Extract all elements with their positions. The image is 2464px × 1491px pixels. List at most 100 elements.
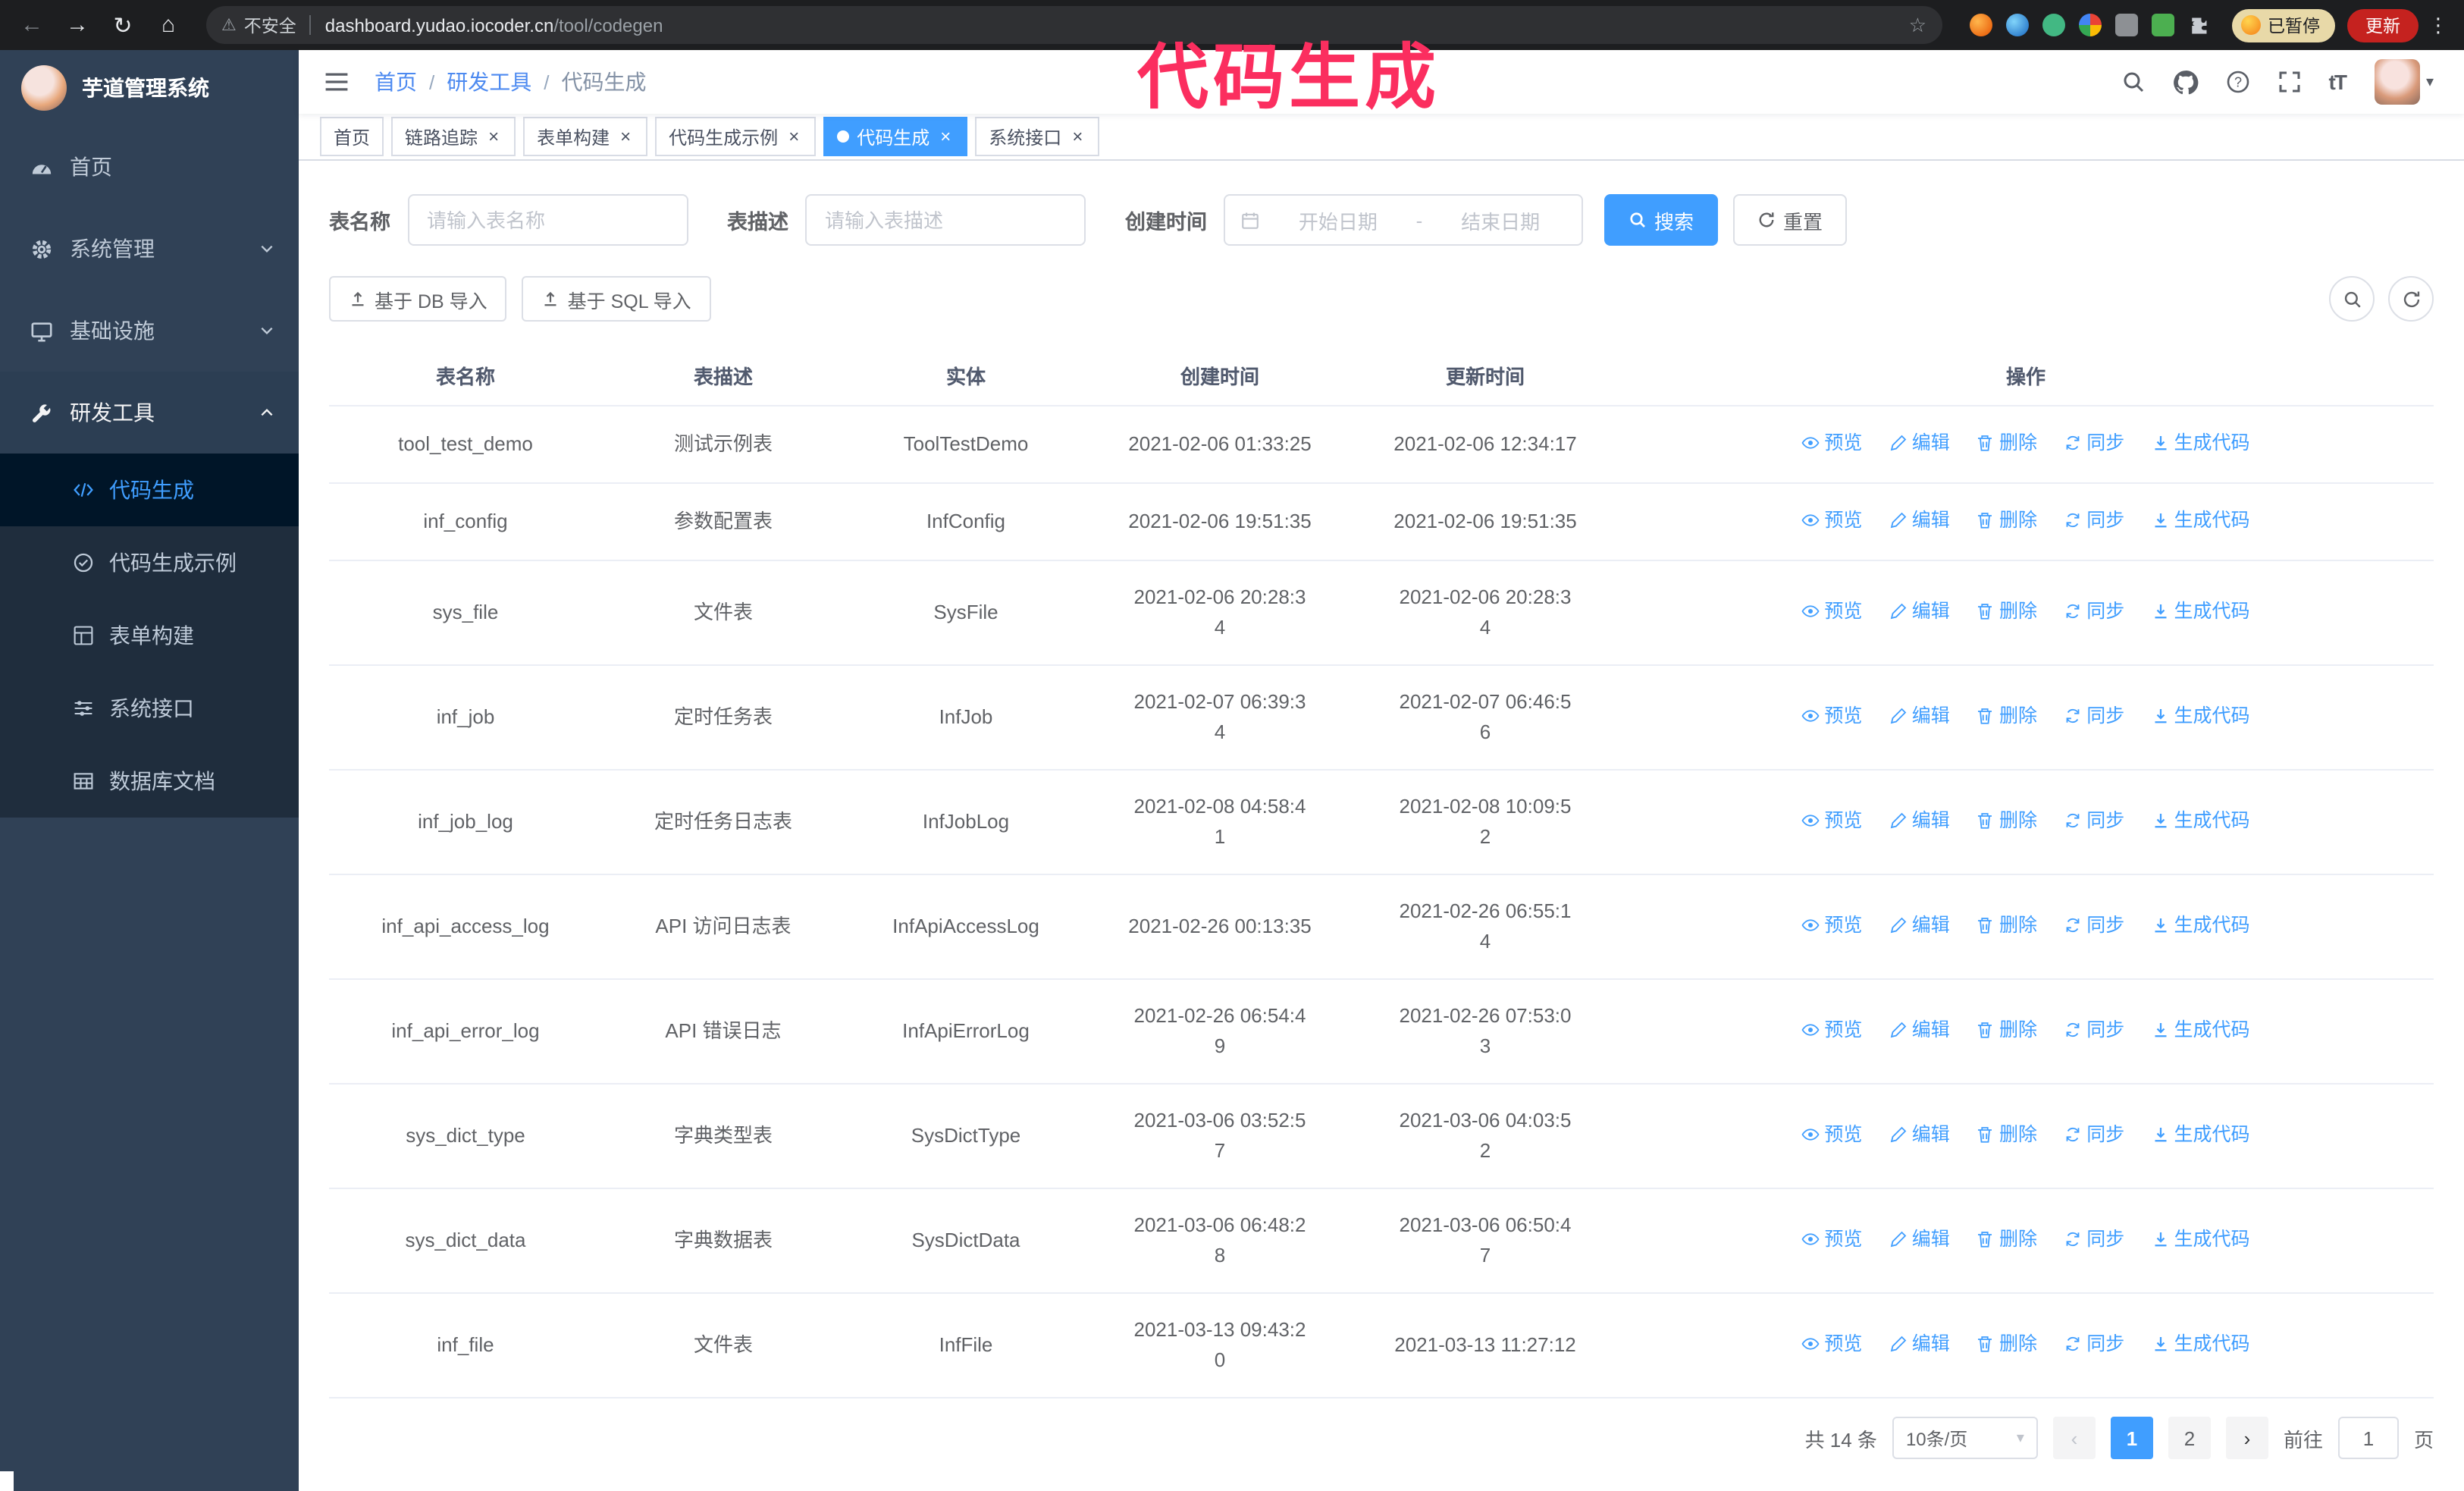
edit-link[interactable]: 编辑 bbox=[1889, 910, 1950, 940]
preview-link[interactable]: 预览 bbox=[1801, 1224, 1862, 1254]
delete-link[interactable]: 删除 bbox=[1977, 701, 2037, 731]
sync-link[interactable]: 同步 bbox=[2064, 428, 2124, 458]
update-button[interactable]: 更新 bbox=[2347, 8, 2419, 42]
sidebar-item-codegen-example[interactable]: 代码生成示例 bbox=[0, 526, 299, 599]
edit-link[interactable]: 编辑 bbox=[1889, 805, 1950, 836]
sidebar-item-db-docs[interactable]: 数据库文档 bbox=[0, 745, 299, 818]
generate-code-link[interactable]: 生成代码 bbox=[2152, 910, 2250, 940]
goto-page-input[interactable] bbox=[2337, 1417, 2399, 1459]
browser-menu-icon[interactable]: ⋮ bbox=[2425, 5, 2452, 45]
tab-codegen-example[interactable]: 代码生成示例 × bbox=[655, 117, 817, 156]
page-button-1[interactable]: 1 bbox=[2110, 1417, 2153, 1459]
sidebar-item-home[interactable]: 首页 bbox=[0, 126, 299, 208]
tab-tracing[interactable]: 链路追踪 × bbox=[391, 117, 516, 156]
tab-home[interactable]: 首页 bbox=[320, 117, 384, 156]
sidebar-item-form-builder[interactable]: 表单构建 bbox=[0, 599, 299, 672]
search-button[interactable]: 搜索 bbox=[1604, 194, 1719, 246]
breadcrumb-home[interactable]: 首页 bbox=[375, 67, 417, 97]
generate-code-link[interactable]: 生成代码 bbox=[2152, 805, 2250, 836]
sync-link[interactable]: 同步 bbox=[2064, 1015, 2124, 1045]
reload-icon[interactable]: ↻ bbox=[103, 5, 143, 45]
delete-link[interactable]: 删除 bbox=[1977, 1015, 2037, 1045]
generate-code-link[interactable]: 生成代码 bbox=[2152, 505, 2250, 535]
preview-link[interactable]: 预览 bbox=[1801, 428, 1862, 458]
home-icon[interactable]: ⌂ bbox=[149, 5, 188, 45]
back-icon[interactable]: ← bbox=[12, 5, 52, 45]
hamburger-icon[interactable] bbox=[320, 65, 353, 99]
close-icon[interactable]: × bbox=[937, 126, 954, 147]
bookmark-star-icon[interactable]: ☆ bbox=[1909, 13, 1926, 37]
sidebar-item-infra[interactable]: 基础设施 bbox=[0, 290, 299, 372]
puzzle-icon[interactable] bbox=[2187, 14, 2210, 36]
sync-link[interactable]: 同步 bbox=[2064, 805, 2124, 836]
font-size-icon[interactable]: tT bbox=[2315, 50, 2359, 114]
edit-link[interactable]: 编辑 bbox=[1889, 428, 1950, 458]
close-icon[interactable]: × bbox=[785, 126, 802, 147]
delete-link[interactable]: 删除 bbox=[1977, 505, 2037, 535]
generate-code-link[interactable]: 生成代码 bbox=[2152, 1015, 2250, 1045]
preview-link[interactable]: 预览 bbox=[1801, 1329, 1862, 1359]
extension-icon[interactable] bbox=[1969, 14, 1992, 36]
close-icon[interactable]: × bbox=[1069, 126, 1086, 147]
sidebar-item-devtools[interactable]: 研发工具 bbox=[0, 372, 299, 454]
avatar-caret-icon[interactable]: ▾ bbox=[2426, 74, 2434, 90]
close-icon[interactable]: × bbox=[485, 126, 502, 147]
table-desc-input[interactable] bbox=[805, 194, 1086, 246]
table-name-input[interactable] bbox=[407, 194, 688, 246]
extension-icon[interactable] bbox=[2151, 14, 2174, 36]
edit-link[interactable]: 编辑 bbox=[1889, 505, 1950, 535]
tab-system-api[interactable]: 系统接口 × bbox=[975, 117, 1100, 156]
close-icon[interactable]: × bbox=[617, 126, 634, 147]
preview-link[interactable]: 预览 bbox=[1801, 1015, 1862, 1045]
generate-code-link[interactable]: 生成代码 bbox=[2152, 596, 2250, 626]
edit-link[interactable]: 编辑 bbox=[1889, 1015, 1950, 1045]
sync-link[interactable]: 同步 bbox=[2064, 1119, 2124, 1150]
sidebar-item-system[interactable]: 系统管理 bbox=[0, 208, 299, 290]
fullscreen-icon[interactable] bbox=[2264, 50, 2315, 114]
edit-link[interactable]: 编辑 bbox=[1889, 596, 1950, 626]
generate-code-link[interactable]: 生成代码 bbox=[2152, 1329, 2250, 1359]
user-avatar[interactable] bbox=[2374, 59, 2420, 105]
delete-link[interactable]: 删除 bbox=[1977, 596, 2037, 626]
breadcrumb-devtools[interactable]: 研发工具 bbox=[447, 67, 531, 97]
import-sql-button[interactable]: 基于 SQL 导入 bbox=[522, 276, 711, 322]
github-icon[interactable] bbox=[2159, 50, 2212, 114]
page-button-2[interactable]: 2 bbox=[2168, 1417, 2211, 1459]
delete-link[interactable]: 删除 bbox=[1977, 428, 2037, 458]
date-range-picker[interactable]: 开始日期 - 结束日期 bbox=[1224, 194, 1583, 246]
delete-link[interactable]: 删除 bbox=[1977, 1224, 2037, 1254]
sync-link[interactable]: 同步 bbox=[2064, 596, 2124, 626]
next-page-button[interactable]: › bbox=[2225, 1417, 2268, 1459]
generate-code-link[interactable]: 生成代码 bbox=[2152, 1119, 2250, 1150]
delete-link[interactable]: 删除 bbox=[1977, 805, 2037, 836]
reset-button[interactable]: 重置 bbox=[1733, 194, 1848, 246]
toggle-search-button[interactable] bbox=[2329, 276, 2375, 322]
extension-icon[interactable] bbox=[2042, 14, 2064, 36]
extension-icon[interactable] bbox=[2078, 14, 2101, 36]
search-icon[interactable] bbox=[2108, 50, 2159, 114]
app-logo[interactable]: 芋道管理系统 bbox=[0, 50, 299, 126]
extension-icon[interactable] bbox=[2005, 14, 2028, 36]
sync-link[interactable]: 同步 bbox=[2064, 1224, 2124, 1254]
forward-icon[interactable]: → bbox=[58, 5, 97, 45]
sidebar-item-codegen[interactable]: 代码生成 bbox=[0, 454, 299, 526]
import-db-button[interactable]: 基于 DB 导入 bbox=[329, 276, 507, 322]
edit-link[interactable]: 编辑 bbox=[1889, 1119, 1950, 1150]
sync-link[interactable]: 同步 bbox=[2064, 701, 2124, 731]
preview-link[interactable]: 预览 bbox=[1801, 701, 1862, 731]
preview-link[interactable]: 预览 bbox=[1801, 596, 1862, 626]
generate-code-link[interactable]: 生成代码 bbox=[2152, 428, 2250, 458]
preview-link[interactable]: 预览 bbox=[1801, 910, 1862, 940]
sync-link[interactable]: 同步 bbox=[2064, 1329, 2124, 1359]
sync-link[interactable]: 同步 bbox=[2064, 505, 2124, 535]
address-bar[interactable]: ⚠ 不安全 dashboard.yudao.iocoder.cn/tool/co… bbox=[206, 6, 1942, 44]
refresh-table-button[interactable] bbox=[2388, 276, 2434, 322]
preview-link[interactable]: 预览 bbox=[1801, 505, 1862, 535]
preview-link[interactable]: 预览 bbox=[1801, 1119, 1862, 1150]
edit-link[interactable]: 编辑 bbox=[1889, 701, 1950, 731]
tab-form-builder[interactable]: 表单构建 × bbox=[523, 117, 648, 156]
generate-code-link[interactable]: 生成代码 bbox=[2152, 701, 2250, 731]
delete-link[interactable]: 删除 bbox=[1977, 1119, 2037, 1150]
prev-page-button[interactable]: ‹ bbox=[2052, 1417, 2096, 1459]
sidebar-item-system-api[interactable]: 系统接口 bbox=[0, 672, 299, 745]
